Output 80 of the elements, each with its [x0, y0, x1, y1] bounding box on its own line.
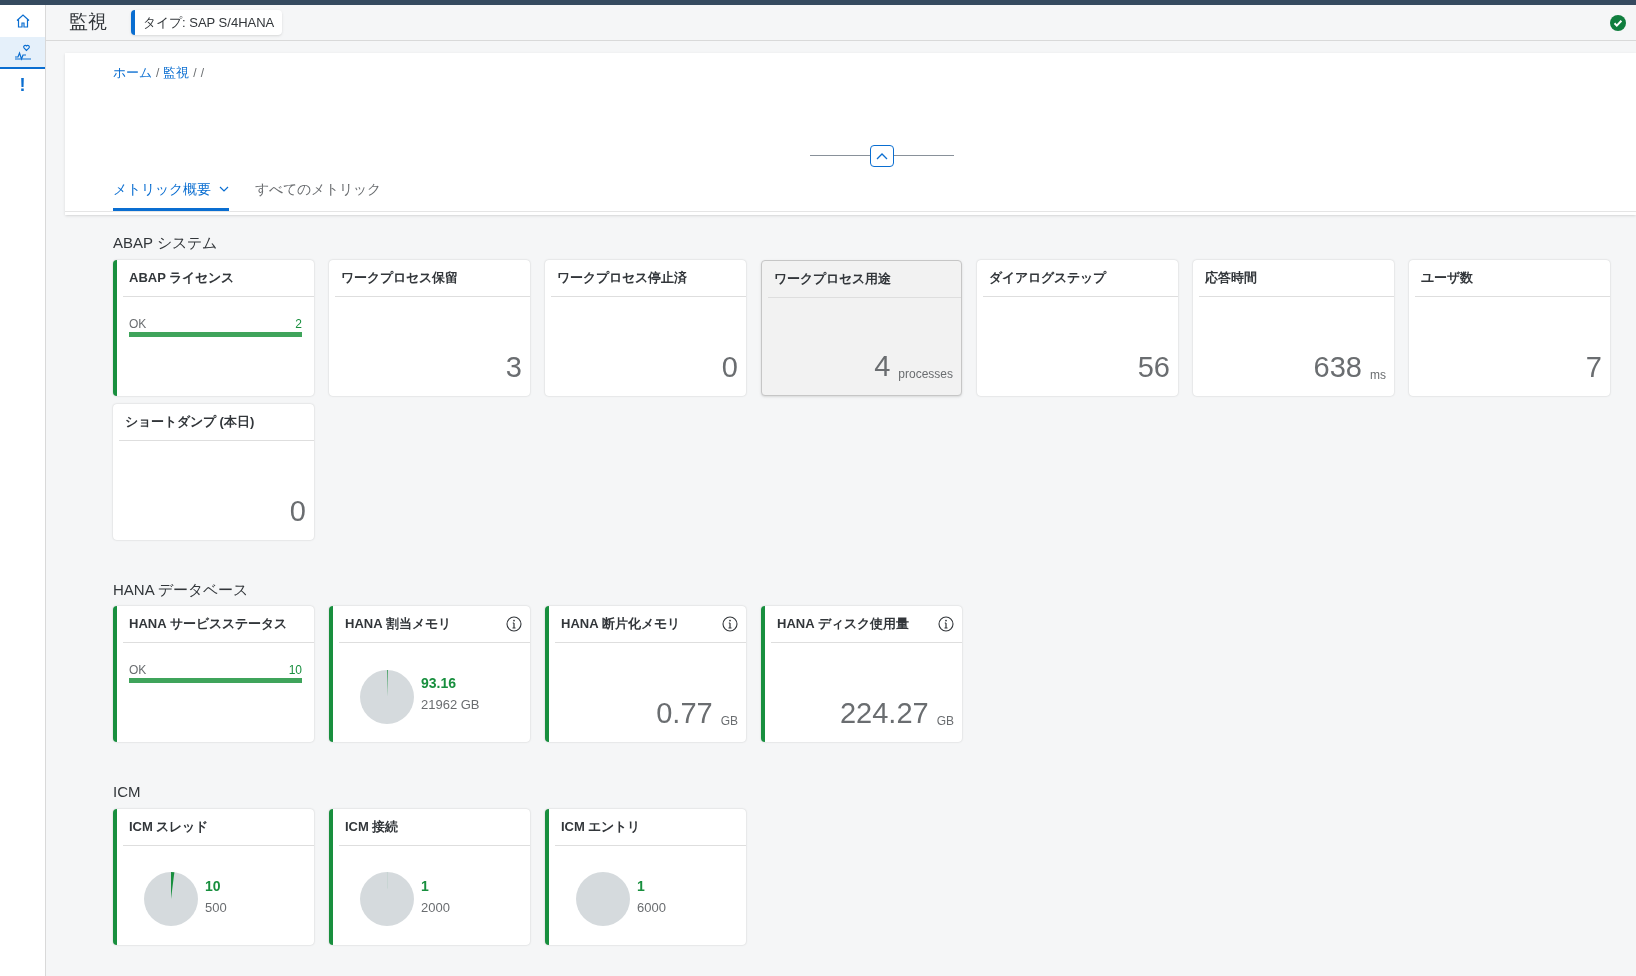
tile-title: HANA サービスステータス: [129, 615, 287, 634]
tile-title: ワークプロセス用途: [774, 269, 891, 288]
tab[interactable]: すべてのメトリック: [255, 176, 381, 211]
collapse-header-button[interactable]: [869, 144, 894, 167]
info-icon[interactable]: [506, 616, 522, 632]
status-count: 10: [288, 664, 302, 676]
tile-title: HANA 断片化メモリ: [561, 615, 680, 634]
section-title: ICM: [113, 782, 141, 802]
pie-chart: [143, 871, 199, 927]
metric-tile[interactable]: ICM 接続 1 2000: [329, 808, 530, 945]
metric-value: 3: [505, 352, 522, 382]
metric-total: 500: [205, 900, 227, 914]
metric-unit: GB: [720, 715, 738, 728]
chevron-up-icon: [875, 151, 888, 160]
monitor-nav-item[interactable]: [0, 37, 45, 69]
metric-tile[interactable]: ダイアログステップ 56: [977, 259, 1178, 396]
metric-tile[interactable]: HANA 断片化メモリ 0.77 GB: [545, 606, 746, 742]
metric-total: 2000: [421, 900, 450, 914]
pie-chart: [359, 871, 415, 927]
metric-tile[interactable]: HANA ディスク使用量 224.27 GB: [761, 606, 962, 742]
metric-value: 7: [1585, 352, 1602, 382]
metric-tile[interactable]: ICM エントリ 1 6000: [545, 808, 746, 945]
heart-pulse-icon: [13, 43, 32, 61]
metric-value: 638: [1313, 352, 1362, 382]
metric-value: 10: [205, 878, 222, 893]
metric-value: 1: [421, 878, 430, 893]
tile-title: ICM エントリ: [561, 817, 641, 836]
metric-total: 21962 GB: [421, 698, 480, 711]
tile-title: HANA 割当メモリ: [345, 615, 451, 634]
metric-unit: ms: [1370, 368, 1386, 382]
metric-value: 56: [1137, 352, 1170, 382]
metric-value: 4: [874, 351, 891, 381]
tile-title: ICM 接続: [345, 817, 399, 836]
metric-value: 224.27: [839, 699, 929, 728]
pie-chart: [359, 668, 415, 725]
tab[interactable]: メトリック概要: [113, 176, 229, 211]
type-badge: タイプ: SAP S/4HANA: [131, 9, 283, 36]
breadcrumb-separator: /: [193, 64, 197, 82]
status-label: OK: [129, 664, 147, 676]
tile-title: ユーザ数: [1421, 268, 1473, 287]
breadcrumb-separator: /: [200, 64, 205, 82]
home-icon: [14, 13, 31, 29]
metric-tile[interactable]: ABAP ライセンス OK 2: [113, 259, 314, 396]
tile-title: ABAP ライセンス: [129, 268, 235, 287]
metric-value: 1: [637, 878, 646, 893]
tile-title: ワークプロセス停止済: [557, 268, 687, 287]
metric-tile[interactable]: 応答時間 638 ms: [1193, 259, 1394, 396]
breadcrumb-link[interactable]: 監視: [163, 63, 190, 83]
metric-tile[interactable]: ワークプロセス保留 3: [329, 259, 530, 396]
check-status-icon: [1610, 14, 1626, 31]
tile-title: ICM スレッド: [129, 817, 209, 836]
metric-tile[interactable]: ユーザ数 7: [1409, 259, 1610, 396]
metric-tile[interactable]: HANA サービスステータス OK 10: [113, 606, 314, 742]
tile-title: ショートダンプ (本日): [125, 412, 255, 431]
metric-tile[interactable]: HANA 割当メモリ 93.16 21962 GB: [329, 606, 530, 742]
metric-value: 0: [721, 352, 738, 382]
page-title: 監視: [69, 10, 107, 35]
section-title: ABAP システム: [113, 233, 217, 253]
status-count: 2: [295, 317, 302, 330]
metric-value: 0: [289, 496, 306, 526]
metric-total: 6000: [637, 900, 666, 914]
metric-tile[interactable]: ワークプロセス停止済 0: [545, 259, 746, 396]
breadcrumb-separator: /: [156, 64, 160, 82]
info-icon[interactable]: [722, 616, 738, 632]
tile-title: ダイアログステップ: [989, 268, 1106, 287]
status-label: OK: [129, 317, 147, 330]
metric-tile[interactable]: ワークプロセス用途 4 processes: [761, 259, 962, 396]
info-icon[interactable]: [938, 616, 954, 632]
pie-chart: [575, 871, 631, 927]
metric-value: 0.77: [656, 699, 713, 728]
section-title: HANA データベース: [113, 579, 248, 600]
metric-tile[interactable]: ICM スレッド 10 500: [113, 808, 314, 945]
tile-title: HANA ディスク使用量: [777, 615, 909, 634]
metric-unit: GB: [936, 715, 954, 728]
tile-title: ワークプロセス保留: [341, 268, 458, 287]
metric-tile[interactable]: ショートダンプ (本日) 0: [113, 403, 314, 540]
tile-title: 応答時間: [1205, 268, 1257, 287]
breadcrumb-link[interactable]: ホーム: [113, 63, 152, 83]
metric-value: 93.16: [421, 676, 458, 690]
metric-unit: processes: [898, 367, 953, 381]
